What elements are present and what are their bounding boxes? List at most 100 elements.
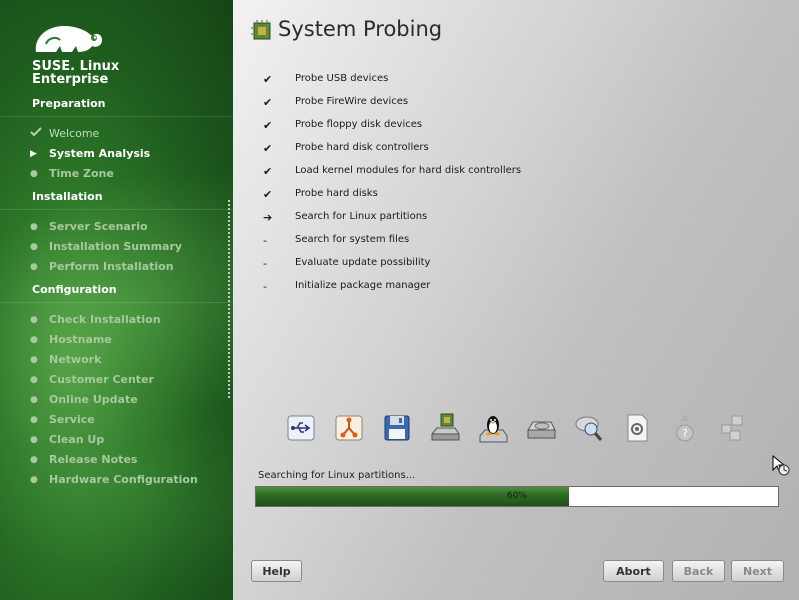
firewire-icon: [333, 412, 365, 444]
sidebar-resize-handle[interactable]: [228, 200, 230, 400]
brand-line2: Enterprise: [32, 72, 109, 87]
divider: [0, 116, 233, 117]
main-panel: System Probing ✔ Probe USB devices ✔ Probe…: [233, 0, 799, 600]
step-label: Probe FireWire devices: [295, 96, 409, 107]
nav-item-label: Clean Up: [49, 433, 105, 446]
nav-item-perform-installation[interactable]: ● Perform Installation: [30, 260, 174, 273]
nav-item-label: Check Installation: [49, 313, 161, 326]
step-label: Probe hard disk controllers: [295, 142, 429, 153]
nav-item-label: Hardware Configuration: [49, 473, 198, 486]
bullet-icon: ●: [30, 414, 38, 425]
nav-item-label: Hostname: [49, 333, 112, 346]
arrow-right-icon: ▶: [30, 148, 37, 159]
step-label: Initialize package manager: [295, 280, 431, 291]
nav-item-service[interactable]: ● Service: [30, 413, 95, 426]
list-item: ➔ Search for Linux partitions: [263, 211, 427, 224]
bullet-icon: ●: [30, 334, 38, 345]
bullet-icon: ●: [30, 394, 38, 405]
floppy-disk-icon: [381, 412, 413, 444]
back-button-label: Back: [683, 564, 714, 578]
bullet-icon: ●: [30, 434, 38, 445]
checkmark-icon: [30, 127, 49, 140]
step-label: Search for system files: [295, 234, 410, 245]
bullet-icon: ●: [30, 168, 38, 179]
step-label: Probe hard disks: [295, 188, 378, 199]
section-title-preparation: Preparation: [32, 97, 106, 110]
next-button[interactable]: Next: [731, 560, 784, 582]
help-button-label: Help: [262, 564, 291, 578]
usb-icon: [285, 412, 317, 444]
linux-tux-icon: [477, 412, 509, 444]
nav-item-network[interactable]: ● Network: [30, 353, 101, 366]
nav-item-check-installation[interactable]: ● Check Installation: [30, 313, 161, 326]
nav-item-welcome[interactable]: Welcome: [30, 127, 99, 140]
nav-item-server-scenario[interactable]: ● Server Scenario: [30, 220, 148, 233]
search-partitions-icon: [573, 412, 605, 444]
list-item: ✔ Probe floppy disk devices: [263, 119, 422, 132]
next-button-label: Next: [742, 564, 773, 578]
step-label: Search for Linux partitions: [295, 211, 428, 222]
step-label: Probe USB devices: [295, 73, 389, 84]
section-title-installation: Installation: [32, 190, 103, 203]
nav-item-label: Release Notes: [49, 453, 138, 466]
bullet-icon: ●: [30, 374, 38, 385]
busy-cursor-icon: [772, 454, 790, 481]
nav-item-label: Customer Center: [49, 373, 154, 386]
bullet-icon: ●: [30, 241, 38, 252]
suse-chameleon-logo: [32, 20, 104, 60]
sidebar: SUSE. Linux Enterprise Preparation Welco…: [0, 0, 233, 600]
bullet-icon: ●: [30, 454, 38, 465]
nav-item-time-zone[interactable]: ● Time Zone: [30, 167, 114, 180]
bullet-icon: ●: [30, 474, 38, 485]
divider: [0, 302, 233, 303]
nav-item-hostname[interactable]: ● Hostname: [30, 333, 112, 346]
nav-item-label: Online Update: [49, 393, 138, 406]
bullet-icon: ●: [30, 261, 38, 272]
nav-item-customer-center[interactable]: ● Customer Center: [30, 373, 154, 386]
nav-item-installation-summary[interactable]: ● Installation Summary: [30, 240, 182, 253]
nav-item-online-update[interactable]: ● Online Update: [30, 393, 138, 406]
nav-item-clean-up[interactable]: ● Clean Up: [30, 433, 104, 446]
checkmark-icon: ✔: [263, 142, 273, 155]
page-title: System Probing: [278, 17, 443, 41]
nav-item-label: Time Zone: [49, 167, 114, 180]
nav-item-label: Service: [49, 413, 95, 426]
list-item: ✔ Probe USB devices: [263, 73, 388, 86]
list-item: - Initialize package manager: [263, 280, 430, 293]
checkmark-icon: ✔: [263, 119, 273, 132]
system-files-icon: [621, 412, 653, 444]
nav-item-label: System Analysis: [49, 147, 151, 160]
dash-icon: -: [263, 257, 267, 270]
checkmark-icon: ✔: [263, 188, 273, 201]
progress-label: 60%: [506, 491, 527, 501]
list-item: ✔ Load kernel modules for hard disk contr…: [263, 165, 521, 178]
hard-disk-icon: [525, 412, 557, 444]
chip-icon: [251, 20, 273, 46]
nav-item-label: Welcome: [49, 127, 100, 140]
probe-icons-row: ?: [285, 412, 749, 444]
nav-item-label: Installation Summary: [49, 240, 183, 253]
disk-controller-icon: [429, 412, 461, 444]
bullet-icon: ●: [30, 314, 38, 325]
abort-button[interactable]: Abort: [603, 560, 664, 582]
nav-item-label: Server Scenario: [49, 220, 148, 233]
section-title-configuration: Configuration: [32, 283, 117, 296]
bullet-icon: ●: [30, 354, 38, 365]
nav-item-label: Network: [49, 353, 102, 366]
nav-item-release-notes[interactable]: ● Release Notes: [30, 453, 137, 466]
list-item: - Evaluate update possibility: [263, 257, 430, 270]
status-text: Searching for Linux partitions...: [258, 470, 416, 481]
nav-item-system-analysis[interactable]: ▶ System Analysis: [30, 147, 150, 160]
help-button[interactable]: Help: [251, 560, 302, 582]
step-label: Probe floppy disk devices: [295, 119, 423, 130]
back-button[interactable]: Back: [672, 560, 725, 582]
nav-item-hardware-configuration[interactable]: ● Hardware Configuration: [30, 473, 198, 486]
list-item: - Search for system files: [263, 234, 409, 247]
checkmark-icon: ✔: [263, 165, 273, 178]
arrow-right-icon: ➔: [263, 211, 273, 224]
step-label: Load kernel modules for hard disk contro…: [295, 165, 522, 176]
brand-text: SUSE. Linux Enterprise: [32, 60, 119, 86]
update-question-icon: ?: [669, 412, 701, 444]
list-item: ✔ Probe hard disks: [263, 188, 378, 201]
checkmark-icon: ✔: [263, 96, 273, 109]
